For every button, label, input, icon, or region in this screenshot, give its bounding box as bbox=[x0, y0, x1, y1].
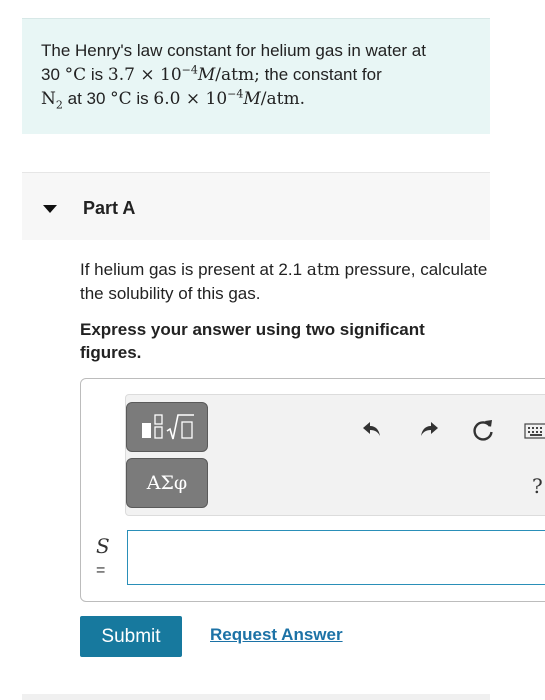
undo-icon bbox=[363, 422, 380, 436]
instruction-text: Express your answer using two significan… bbox=[80, 320, 425, 362]
redo-button[interactable] bbox=[415, 415, 443, 443]
temperature-value: 30 bbox=[41, 65, 60, 84]
nitrogen-constant: 6.0 × 10−4M/atm. bbox=[153, 87, 306, 109]
reset-button[interactable] bbox=[469, 416, 497, 444]
templates-button[interactable] bbox=[126, 402, 208, 452]
templates-icon bbox=[142, 414, 194, 440]
equals-sign: = bbox=[96, 562, 106, 579]
reset-icon bbox=[473, 420, 493, 441]
nitrogen-formula: N2 bbox=[41, 89, 63, 112]
redo-icon bbox=[421, 422, 438, 436]
problem-text-fragment: the constant for bbox=[264, 65, 382, 84]
keyboard-button[interactable] bbox=[524, 417, 545, 445]
help-button[interactable]: ? bbox=[532, 474, 543, 498]
request-answer-link[interactable]: Request Answer bbox=[210, 625, 343, 645]
keyboard-icon bbox=[524, 423, 545, 439]
problem-text-fragment: is bbox=[90, 65, 104, 84]
part-title: Part A bbox=[83, 198, 136, 218]
greek-symbols-button[interactable]: ΑΣφ bbox=[126, 458, 208, 508]
submit-button[interactable]: Submit bbox=[80, 616, 182, 657]
next-section-divider bbox=[22, 694, 490, 700]
problem-text-fragment: at 30 bbox=[67, 89, 106, 108]
atm-unit: atm bbox=[306, 260, 340, 280]
answer-variable: S bbox=[96, 534, 110, 558]
problem-text: The Henry's law constant for helium gas … bbox=[41, 39, 490, 111]
question-text: If helium gas is present at 2.1 atm pres… bbox=[80, 260, 488, 303]
helium-constant: 3.7 × 10−4M/atm; bbox=[107, 63, 260, 85]
degree-unit: °C bbox=[110, 89, 132, 109]
part-a-header[interactable]: Part A bbox=[22, 172, 490, 240]
problem-text-fragment: is bbox=[136, 89, 149, 108]
undo-button[interactable] bbox=[358, 415, 386, 443]
problem-statement: The Henry's law constant for helium gas … bbox=[22, 18, 490, 134]
degree-unit: °C bbox=[64, 65, 87, 85]
problem-text-line: The Henry's law constant for helium gas … bbox=[41, 41, 426, 60]
collapse-triangle-icon[interactable] bbox=[43, 205, 57, 213]
answer-input[interactable] bbox=[127, 530, 545, 585]
